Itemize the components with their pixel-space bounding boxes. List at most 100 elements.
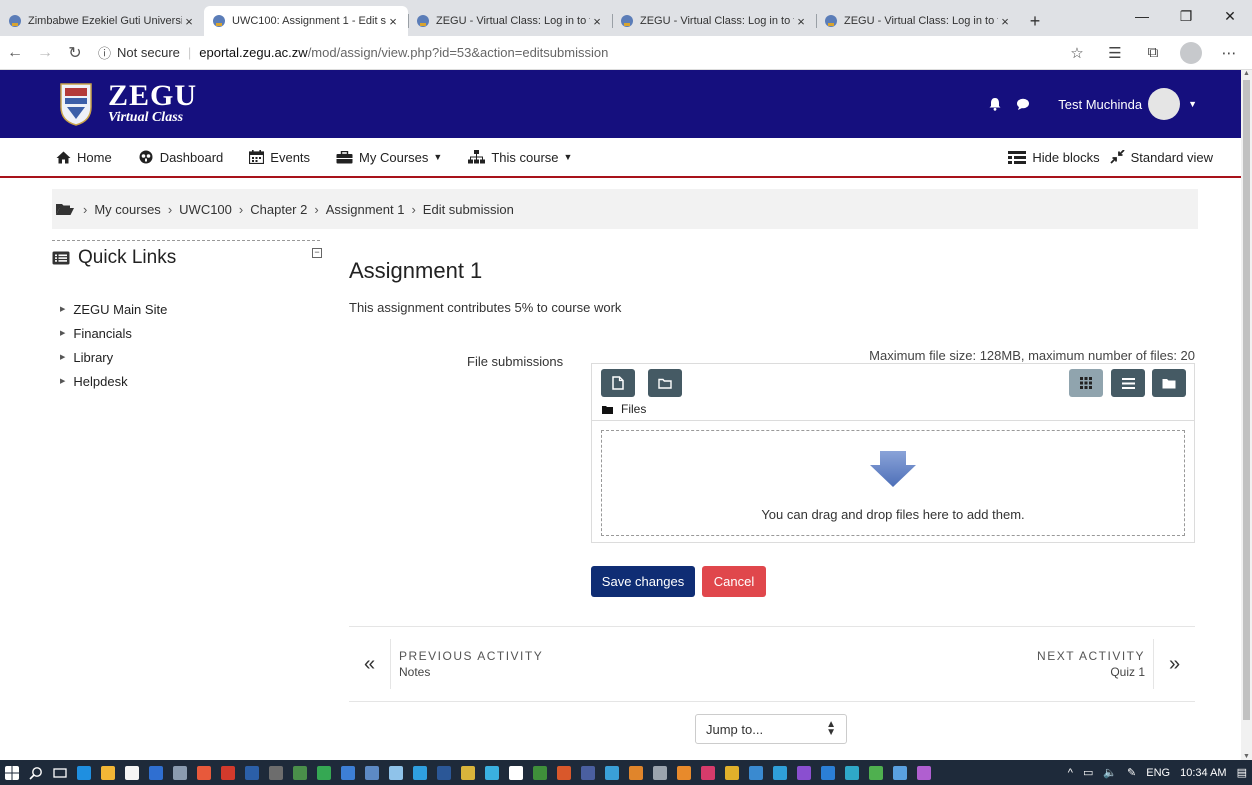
app-icon[interactable] xyxy=(677,765,691,780)
quick-link-item[interactable]: ▶ Library xyxy=(60,345,322,369)
chrome-icon[interactable] xyxy=(197,765,211,780)
favorite-star-icon[interactable]: ☆ xyxy=(1058,44,1096,62)
clock[interactable]: 10:34 AM xyxy=(1180,767,1226,779)
app-icon[interactable] xyxy=(461,765,475,780)
terminal-icon[interactable] xyxy=(269,765,283,780)
breadcrumb-assignment[interactable]: Assignment 1 xyxy=(326,202,405,217)
info-icon[interactable]: ⓘ xyxy=(98,43,111,62)
scroll-up-icon[interactable]: ▲ xyxy=(1241,70,1252,77)
tab-close-icon[interactable]: × xyxy=(182,14,196,29)
view-icons-button[interactable] xyxy=(1069,369,1103,397)
collections-icon[interactable]: ⧉ xyxy=(1134,44,1172,61)
breadcrumb-course[interactable]: UWC100 xyxy=(179,202,232,217)
task-view-icon[interactable] xyxy=(53,766,67,780)
collapse-block-icon[interactable]: − xyxy=(312,248,322,258)
tab-close-icon[interactable]: × xyxy=(998,14,1012,29)
nav-events[interactable]: Events xyxy=(249,150,310,165)
app-icon[interactable] xyxy=(653,765,667,780)
app-icon[interactable] xyxy=(869,765,883,780)
app-icon[interactable] xyxy=(293,765,307,780)
pen-icon[interactable]: ✎ xyxy=(1127,766,1136,779)
network-icon[interactable]: ▭ xyxy=(1083,766,1093,779)
close-window-button[interactable]: ✕ xyxy=(1208,0,1252,32)
browser-tab[interactable]: Zimbabwe Ezekiel Guti University × xyxy=(0,6,204,36)
tab-close-icon[interactable]: × xyxy=(386,14,400,29)
forward-arrow-icon[interactable]: → xyxy=(30,44,60,62)
app-icon[interactable] xyxy=(917,765,931,780)
back-arrow-icon[interactable]: ← xyxy=(0,44,30,62)
app-icon[interactable] xyxy=(893,765,907,780)
refresh-icon[interactable]: ↻ xyxy=(60,43,90,63)
minimize-button[interactable]: — xyxy=(1120,0,1164,32)
create-folder-button[interactable] xyxy=(648,369,682,397)
app-icon[interactable] xyxy=(413,765,427,780)
store-icon[interactable] xyxy=(125,765,139,780)
more-options-icon[interactable]: ⋯ xyxy=(1210,44,1248,62)
nav-home[interactable]: Home xyxy=(56,150,112,165)
page-scrollbar[interactable]: ▲ ▼ xyxy=(1241,70,1252,760)
app-icon[interactable] xyxy=(605,765,619,780)
browser-tab[interactable]: ZEGU - Virtual Class: Log in to th × xyxy=(816,6,1020,36)
scroll-down-icon[interactable]: ▼ xyxy=(1241,753,1252,760)
app-icon[interactable] xyxy=(749,765,763,780)
nav-this-course[interactable]: This course ▼ xyxy=(468,150,572,165)
after-effects-icon[interactable] xyxy=(581,765,595,780)
app-icon[interactable] xyxy=(725,765,739,780)
tab-close-icon[interactable]: × xyxy=(590,14,604,29)
restore-button[interactable]: ❐ xyxy=(1164,0,1208,32)
folder-open-icon[interactable] xyxy=(56,202,74,216)
drive-icon[interactable] xyxy=(317,765,331,780)
app-icon[interactable] xyxy=(389,765,403,780)
scrollbar-thumb[interactable] xyxy=(1243,80,1250,720)
app-icon[interactable] xyxy=(629,765,643,780)
drop-zone[interactable]: You can drag and drop files here to add … xyxy=(601,430,1185,536)
bell-icon[interactable] xyxy=(988,97,1002,111)
app-icon[interactable] xyxy=(485,765,499,780)
filezilla-icon[interactable] xyxy=(221,765,235,780)
browser-tab[interactable]: ZEGU - Virtual Class: Log in to th × xyxy=(612,6,816,36)
user-menu-caret-icon[interactable]: ▼ xyxy=(1188,99,1197,109)
quick-link-item[interactable]: ▶ Helpdesk xyxy=(60,369,322,393)
search-icon[interactable] xyxy=(29,766,43,780)
url-field[interactable]: ⓘ Not secure | eportal.zegu.ac.zw /mod/a… xyxy=(98,40,1058,66)
next-activity-link[interactable]: NEXT ACTIVITY Quiz 1 » xyxy=(1037,639,1195,689)
app-icon[interactable] xyxy=(821,765,835,780)
app-icon[interactable] xyxy=(509,765,523,780)
breadcrumb-chapter[interactable]: Chapter 2 xyxy=(250,202,307,217)
add-file-button[interactable] xyxy=(601,369,635,397)
app-icon[interactable] xyxy=(701,765,715,780)
new-tab-button[interactable]: + xyxy=(1020,6,1050,36)
language-indicator[interactable]: ENG xyxy=(1146,767,1170,779)
profile-avatar-icon[interactable] xyxy=(1180,41,1202,64)
view-list-button[interactable] xyxy=(1111,369,1145,397)
breadcrumb-my-courses[interactable]: My courses xyxy=(94,202,160,217)
file-explorer-icon[interactable] xyxy=(101,765,115,780)
save-changes-button[interactable]: Save changes xyxy=(591,566,695,597)
quick-link-item[interactable]: ▶ Financials xyxy=(60,321,322,345)
site-brand[interactable]: ZEGU Virtual Class xyxy=(108,81,197,126)
cancel-button[interactable]: Cancel xyxy=(702,566,766,597)
volume-icon[interactable]: 🔈 xyxy=(1103,766,1117,779)
app-icon[interactable] xyxy=(797,765,811,780)
view-tree-button[interactable] xyxy=(1152,369,1186,397)
chat-bubble-icon[interactable] xyxy=(1016,97,1030,111)
app-icon[interactable] xyxy=(173,765,187,780)
browser-tab-active[interactable]: UWC100: Assignment 1 - Edit sub × xyxy=(204,6,408,36)
tab-close-icon[interactable]: × xyxy=(794,14,808,29)
browser-tab[interactable]: ZEGU - Virtual Class: Log in to th × xyxy=(408,6,612,36)
word-icon[interactable] xyxy=(437,765,451,780)
windows-start-icon[interactable] xyxy=(5,765,19,780)
outlook-icon[interactable] xyxy=(149,765,163,780)
quick-link-item[interactable]: ▶ ZEGU Main Site xyxy=(60,297,322,321)
dreamweaver-icon[interactable] xyxy=(533,765,547,780)
previous-activity-link[interactable]: « PREVIOUS ACTIVITY Notes xyxy=(349,639,543,689)
chevron-up-icon[interactable]: ^ xyxy=(1068,767,1073,779)
app-icon[interactable] xyxy=(365,765,379,780)
jump-to-select[interactable]: Jump to... ▲ ▼ xyxy=(695,714,847,744)
user-avatar[interactable] xyxy=(1148,88,1181,120)
university-crest-logo[interactable] xyxy=(58,81,94,127)
photoshop-icon[interactable] xyxy=(245,765,259,780)
notifications-icon[interactable]: ▤ xyxy=(1237,766,1247,779)
app-icon[interactable] xyxy=(773,765,787,780)
app-icon[interactable] xyxy=(557,765,571,780)
